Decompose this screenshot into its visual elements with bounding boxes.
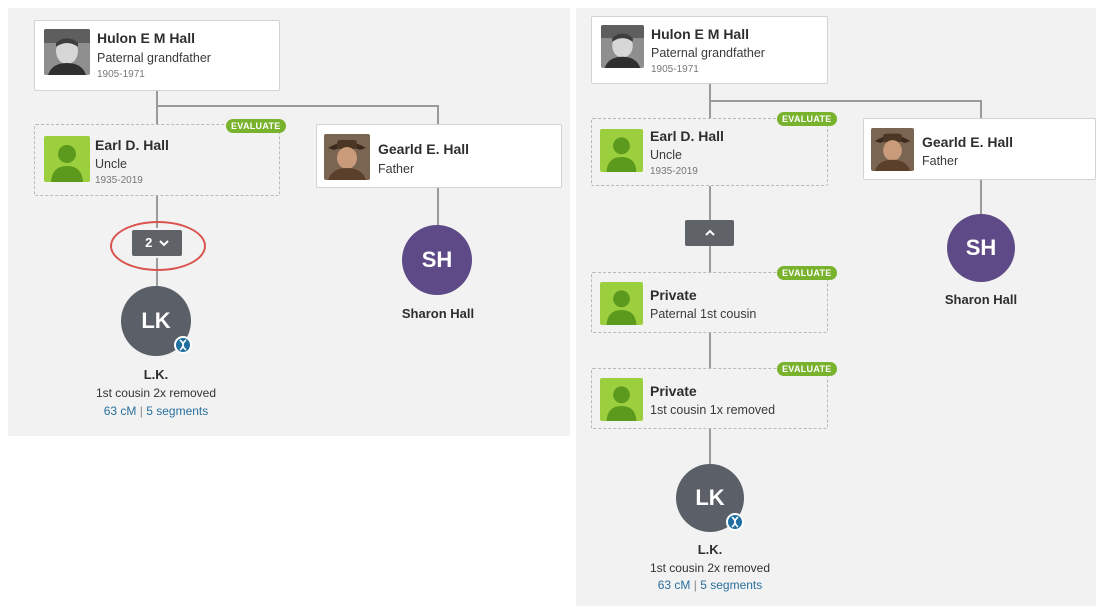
person-name: Private [650,287,697,303]
evaluate-badge[interactable]: EVALUATE [226,119,286,133]
chevron-down-icon [159,230,169,256]
person-card-uncle[interactable]: Earl D. Hall Uncle 1935-2019 [591,118,828,186]
match-relation: 1st cousin 2x removed [95,386,217,400]
person-name: Hulon E M Hall [651,26,749,42]
sharon-initials: SH [421,247,453,272]
match-name[interactable]: L.K. [56,367,256,382]
shared-segments[interactable]: 5 segments [700,578,762,592]
connector [156,196,158,228]
match-relation: 1st cousin 2x removed [649,561,771,575]
person-photo [44,29,90,75]
collapse-generations-button[interactable] [685,220,734,246]
evaluate-badge[interactable]: EVALUATE [777,112,837,126]
connector [709,186,711,220]
match-name[interactable]: L.K. [610,542,810,557]
person-name: Gearld E. Hall [922,134,1014,150]
person-card-uncle[interactable]: Earl D. Hall Uncle 1935-2019 [34,124,280,196]
person-silhouette-icon [600,129,643,172]
person-relation: 1st cousin 1x removed [650,403,776,417]
person-card-grandfather[interactable]: Hulon E M Hall Paternal grandfather 1905… [34,20,280,91]
connector [980,180,982,214]
sharon-name[interactable]: Sharon Hall [881,292,1081,307]
person-card-grandfather[interactable]: Hulon E M Hall Paternal grandfather 1905… [591,16,828,84]
shared-dna-link[interactable]: 63 cM | 5 segments [56,404,256,418]
person-relation: Uncle [650,148,682,162]
evaluate-badge[interactable]: EVALUATE [777,266,837,280]
person-photo [324,134,370,180]
person-card-private-1st-cousin[interactable]: Private Paternal 1st cousin [591,272,828,333]
separator: | [139,404,143,418]
dna-icon [726,513,744,531]
person-years: 1905-1971 [97,69,145,80]
connector [709,333,711,368]
person-years: 1935-2019 [650,166,698,177]
person-name: Earl D. Hall [650,128,724,144]
person-silhouette-icon [44,136,90,182]
sharon-initials: SH [965,235,997,260]
person-card-father[interactable]: Gearld E. Hall Father [863,118,1096,180]
person-name: Gearld E. Hall [378,141,470,157]
match-initials: LK [695,485,725,510]
person-card-private-1st-cousin-1x[interactable]: Private 1st cousin 1x removed [591,368,828,429]
evaluate-badge[interactable]: EVALUATE [777,362,837,376]
shared-cm[interactable]: 63 cM [104,404,137,418]
connector [709,100,982,102]
connector [980,100,982,118]
person-photo [871,128,914,171]
person-years: 1905-1971 [651,64,699,75]
person-silhouette-icon [600,378,643,421]
connector [709,246,711,272]
connector [156,105,439,107]
connector [709,429,711,465]
separator: | [693,578,697,592]
person-relation: Paternal grandfather [651,46,765,60]
person-relation: Uncle [95,157,127,171]
person-name: Private [650,383,697,399]
sharon-name[interactable]: Sharon Hall [338,306,538,321]
person-relation: Paternal grandfather [97,51,211,65]
dna-icon [174,336,192,354]
person-relation: Father [922,154,959,168]
person-relation: Paternal 1st cousin [650,307,757,321]
person-name: Hulon E M Hall [97,30,195,46]
person-card-father[interactable]: Gearld E. Hall Father [316,124,562,188]
generation-count: 2 [145,235,153,250]
match-initials: LK [141,308,171,333]
connector [437,188,439,226]
shared-dna-link[interactable]: 63 cM | 5 segments [610,578,810,592]
expand-generations-button[interactable]: 2 [132,230,182,256]
person-years: 1935-2019 [95,175,143,186]
sharon-avatar[interactable]: SH [402,225,472,295]
person-photo [601,25,644,68]
sharon-avatar[interactable]: SH [947,214,1015,282]
connector [156,90,158,124]
connector [437,105,439,125]
person-silhouette-icon [600,282,643,325]
chevron-up-icon [704,220,715,246]
shared-segments[interactable]: 5 segments [146,404,208,418]
person-relation: Father [378,162,415,176]
connector [156,258,158,286]
person-name: Earl D. Hall [95,137,169,153]
shared-cm[interactable]: 63 cM [658,578,691,592]
